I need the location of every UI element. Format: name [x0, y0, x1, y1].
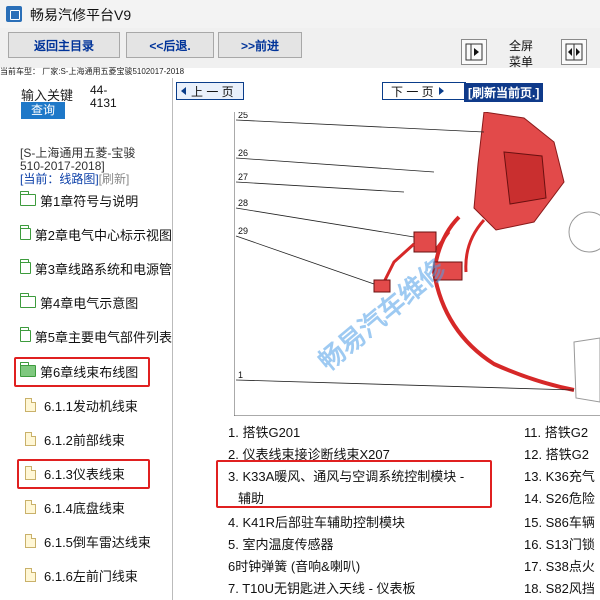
legend-list: 1. 搭铁G201 2. 仪表线束接诊断线束X207 3. K33A暖风、通风与… — [174, 416, 600, 600]
tree-item-label: 第4章电气示意图 — [40, 295, 139, 311]
arrow-right-icon — [438, 87, 444, 95]
folder-icon — [20, 327, 31, 342]
folder-icon — [20, 259, 31, 274]
model-info: [S-上海通用五菱-宝骏 510-2017-2018] [当前：线路图][刷新] — [20, 147, 170, 186]
legend-item: 17. S38点火 — [524, 559, 595, 574]
tree-item-chapter-3[interactable]: 第3章线路系统和电源管 — [0, 251, 172, 285]
tree-item-chapter-1[interactable]: 第1章符号与说明 — [0, 183, 172, 217]
tree-item-label: 6.1.4底盘线束 — [44, 500, 125, 516]
tree-item-label: 第3章线路系统和电源管 — [34, 261, 172, 277]
app-title: 畅易汽修平台V9 — [30, 7, 132, 23]
current-vehicle-label: 当前车型： 厂家:S-上海通用五菱宝骏5102017-2018 — [0, 67, 185, 76]
callout-27: 27 — [238, 172, 248, 182]
document-icon — [25, 432, 36, 446]
tree-item-label: 6.1.6左前门线束 — [44, 568, 138, 584]
fullscreen-menu-label[interactable]: 全屏 菜单 — [494, 38, 548, 70]
highlight-box-chapter-6 — [14, 357, 150, 387]
tree-item-6-1-1[interactable]: 6.1.1发动机线束 — [0, 388, 172, 422]
document-icon — [25, 500, 36, 514]
tree-item-6-1-5[interactable]: 6.1.5倒车雷达线束 — [0, 524, 172, 558]
callout-28: 28 — [238, 198, 248, 208]
expand-panel-icon[interactable] — [561, 39, 587, 65]
tree-item-6-1-6[interactable]: 6.1.6左前门线束 — [0, 558, 172, 592]
document-icon — [25, 398, 36, 412]
search-button[interactable]: 查询 — [21, 102, 65, 119]
legend-item: 5. 室内温度传感器 — [228, 537, 334, 552]
tree-item-label: 6.1.2前部线束 — [44, 432, 125, 448]
page-nav: 上 一 页 下 一 页 [刷新当前页.] — [174, 78, 600, 104]
tree-item-6-1-2[interactable]: 6.1.2前部线束 — [0, 422, 172, 456]
menu-label: 菜单 — [508, 55, 533, 69]
legend-item: 7. T10U无钥匙进入天线 - 仪表板 — [228, 581, 416, 596]
legend-item: 6时钟弹簧 (音响&喇叭) — [228, 559, 361, 574]
sidebar: 输入关键 查询 44- 4131 [S-上海通用五菱-宝骏 510-2017-2… — [0, 78, 173, 600]
callout-29: 29 — [238, 226, 248, 236]
tree-item-label: 6.1.5倒车雷达线束 — [44, 534, 151, 550]
tree-item-chapter-4[interactable]: 第4章电气示意图 — [0, 285, 172, 319]
toolbar: 返回主目录 <<后退. >>前进 全屏 菜单 — [0, 28, 600, 70]
tree-item-chapter-2[interactable]: 第2章电气中心标示视图 — [0, 217, 172, 251]
collapse-panel-icon[interactable] — [461, 39, 487, 65]
connector-28 — [413, 231, 437, 253]
document-icon — [25, 568, 36, 582]
arrow-left-icon — [181, 87, 186, 95]
legend-item: 11. 搭铁G2 — [524, 425, 589, 440]
code-line-2: 4131 — [90, 96, 117, 110]
app-logo-icon — [6, 6, 22, 22]
prev-page-label: 上 一 页 — [191, 84, 234, 99]
document-icon — [25, 534, 36, 548]
highlight-box-legend-3 — [216, 460, 492, 508]
forward-button[interactable]: >>前进 — [218, 32, 302, 58]
legend-item: 16. S13门锁 — [524, 537, 595, 552]
harness-module — [503, 151, 547, 205]
tree-item-chapter-5[interactable]: 第5章主要电气部件列表 — [0, 319, 172, 353]
folder-icon — [20, 293, 36, 308]
tree-item-6-1-4[interactable]: 6.1.4底盘线束 — [0, 490, 172, 524]
content-area: 上 一 页 下 一 页 [刷新当前页.] 25 26 27 28 29 1 畅易… — [174, 78, 600, 600]
legend-item: 14. S26危险 — [524, 491, 595, 506]
title-bar: 畅易汽修平台V9 — [0, 0, 600, 29]
fullscreen-label: 全屏 — [508, 39, 533, 53]
legend-item: 12. 搭铁G2 — [524, 447, 590, 462]
home-button[interactable]: 返回主目录 — [8, 32, 120, 58]
next-page-label: 下 一 页 — [391, 84, 434, 99]
tree-item-label: 第5章主要电气部件列表 — [34, 329, 172, 345]
tree-item-label: 6.1.1发动机线束 — [44, 398, 138, 414]
prev-page-button[interactable]: 上 一 页 — [176, 82, 244, 100]
legend-item: 1. 搭铁G201 — [228, 425, 301, 440]
callout-25: 25 — [238, 112, 248, 120]
legend-item: 4. K41R后部驻车辅助控制模块 — [228, 515, 405, 530]
callout-1: 1 — [238, 370, 243, 380]
legend-item: 13. K36充气 — [524, 469, 595, 484]
folder-icon — [20, 191, 36, 206]
tree-item-label: 第1章符号与说明 — [40, 193, 139, 209]
callout-26: 26 — [238, 148, 248, 158]
refresh-page-link[interactable]: [刷新当前页.] — [464, 83, 544, 102]
legend-item: 15. S86车辆 — [524, 515, 595, 530]
wiring-diagram: 25 26 27 28 29 1 畅易汽车维修 — [234, 112, 600, 416]
legend-item: 18. S82风挡 — [524, 581, 595, 596]
back-button[interactable]: <<后退. — [126, 32, 214, 58]
code-text: 44- 4131 — [90, 84, 117, 110]
highlight-box-6-1-3 — [17, 459, 150, 489]
next-page-button[interactable]: 下 一 页 — [382, 82, 466, 100]
tree-item-label: 第2章电气中心标示视图 — [34, 227, 172, 243]
folder-icon — [20, 225, 31, 240]
